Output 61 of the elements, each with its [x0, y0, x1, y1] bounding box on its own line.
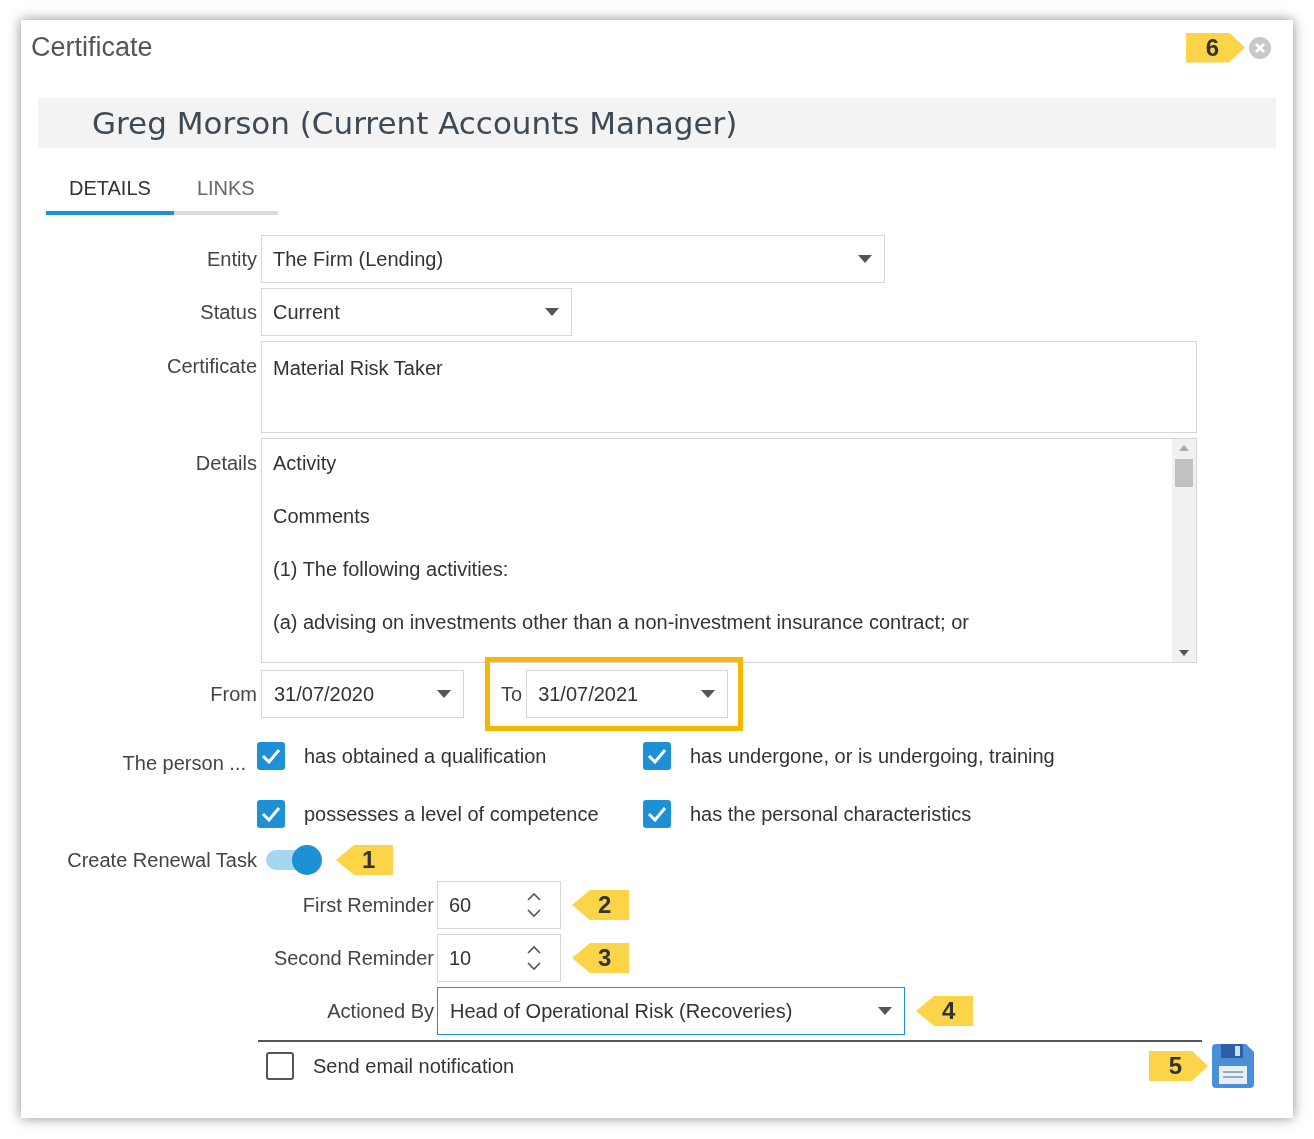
- details-textarea[interactable]: Activity Comments (1) The following activities: (a) advising on investments other than a non-investment insurance contract; or: [261, 438, 1197, 663]
- caret-icon: [878, 1007, 892, 1015]
- checkmark-icon: [261, 748, 281, 764]
- callout-tag: 5: [1148, 1051, 1208, 1081]
- checkbox[interactable]: [643, 742, 671, 770]
- caret-icon: [701, 690, 716, 698]
- checkbox-label: has obtained a qualification: [304, 744, 547, 769]
- field-label: The person ...: [122, 751, 246, 776]
- spinner-arrows-icon: [526, 890, 542, 920]
- field-label: Entity: [206, 247, 257, 272]
- checkbox-label: has undergone, or is undergoing, training: [690, 744, 1055, 769]
- details-line: Activity: [273, 451, 337, 476]
- callout-tag: 4: [916, 996, 974, 1026]
- entity-select[interactable]: The Firm (Lending): [261, 235, 885, 283]
- field-label: To: [501, 682, 523, 707]
- checkmark-icon: [261, 806, 281, 822]
- toggle-switch[interactable]: [266, 845, 322, 875]
- checkbox-label: has the personal characteristics: [690, 802, 972, 827]
- spinner-arrows-icon: [526, 943, 542, 973]
- field-label: Actioned By: [327, 999, 434, 1024]
- tab[interactable]: LINKS: [173, 164, 278, 215]
- details-line: (a) advising on investments other than a non-investment insurance contract; or: [273, 610, 969, 635]
- caret-icon: [858, 255, 872, 263]
- number-field[interactable]: 60: [437, 881, 561, 929]
- checkbox-label: Send email notification: [313, 1054, 515, 1079]
- callout-tag: 3: [572, 943, 630, 973]
- save-icon[interactable]: [1212, 1044, 1254, 1088]
- field-label: Certificate: [166, 354, 257, 379]
- field-label: Status: [200, 300, 257, 325]
- actioned-by-select[interactable]: Head of Operational Risk (Recoveries): [437, 987, 905, 1035]
- person-heading: Greg Morson (Current Accounts Manager): [92, 103, 738, 143]
- status-select[interactable]: Current: [261, 288, 572, 336]
- checkbox-label: possesses a level of competence: [304, 802, 599, 827]
- field-label: Create Renewal Task: [67, 848, 257, 873]
- caret-icon: [545, 308, 559, 316]
- callout-tag: 1: [336, 845, 394, 875]
- callout-tag: 2: [572, 890, 630, 920]
- checkmark-icon: [647, 748, 667, 764]
- caret-icon: [437, 690, 451, 698]
- checkbox[interactable]: [266, 1052, 294, 1080]
- to-date-select[interactable]: 31/07/2021: [526, 670, 729, 718]
- scroll-up-arrow-icon[interactable]: [1179, 445, 1189, 451]
- from-date-select[interactable]: 31/07/2020: [261, 670, 464, 718]
- checkbox[interactable]: [643, 800, 671, 828]
- tab[interactable]: DETAILS: [46, 164, 174, 215]
- checkbox[interactable]: [257, 742, 285, 770]
- scrollbar[interactable]: [1172, 439, 1196, 662]
- dialog-title: Certificate: [31, 31, 153, 65]
- checkbox[interactable]: [257, 800, 285, 828]
- field-label: First Reminder: [302, 893, 434, 918]
- details-line: (1) The following activities:: [273, 557, 509, 582]
- field-label: From: [210, 682, 257, 707]
- scrollbar-thumb[interactable]: [1175, 459, 1193, 487]
- field-label: Second Reminder: [273, 946, 434, 971]
- checkmark-icon: [647, 806, 667, 822]
- details-line: Comments: [273, 504, 370, 529]
- field-label: Details: [195, 451, 257, 476]
- callout-tag: 6: [1185, 32, 1245, 63]
- certificate-textarea[interactable]: Material Risk Taker: [261, 341, 1197, 433]
- scroll-down-arrow-icon[interactable]: [1179, 650, 1189, 656]
- number-field[interactable]: 10: [437, 934, 561, 982]
